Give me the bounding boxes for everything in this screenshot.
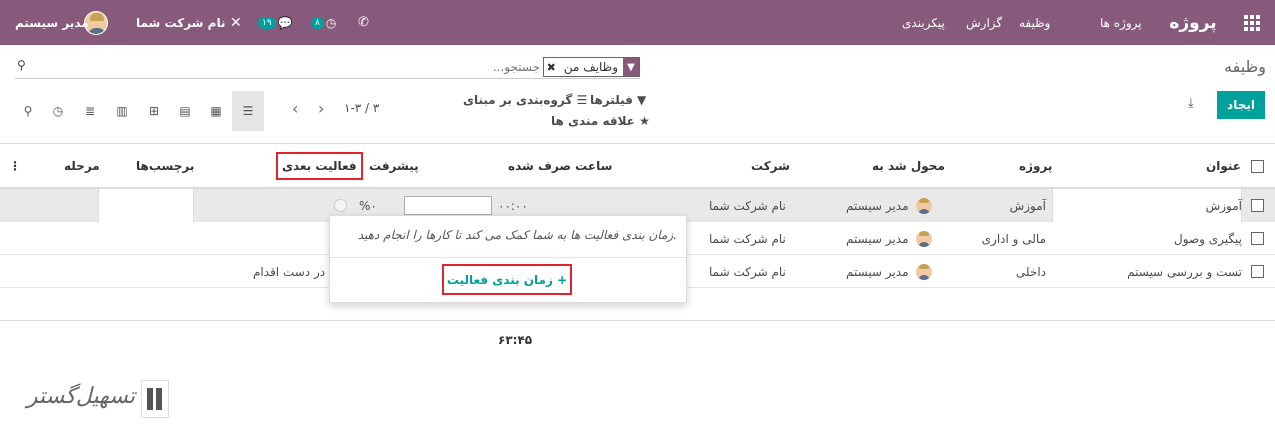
column-options-icon[interactable]: ⋮	[9, 144, 21, 188]
list-icon: ☰	[576, 93, 588, 107]
filter-icon: ▼	[623, 58, 639, 76]
pager-next-icon[interactable]: ‹	[292, 99, 298, 118]
col-next-activity[interactable]: فعالیت بعدی	[276, 144, 363, 188]
watermark-icon	[141, 380, 169, 418]
col-project[interactable]: پروژه	[1019, 144, 1052, 188]
col-company[interactable]: شرکت	[751, 144, 790, 188]
download-icon[interactable]: ⤓	[1188, 96, 1194, 111]
activities-menu[interactable]: ۸ ◷	[311, 0, 336, 45]
apps-menu-icon[interactable]	[1244, 0, 1264, 45]
search-input[interactable]	[315, 57, 540, 77]
activity-popover: زمان بندی فعالیت ها به شما کمک می کند تا…	[329, 215, 687, 303]
col-hours[interactable]: ساعت صرف شده	[508, 144, 612, 188]
map-view-icon[interactable]: ⚲	[12, 91, 44, 131]
chat-icon: 💬	[277, 15, 293, 30]
pager-value[interactable]: ۱-۳ / ۳	[344, 101, 379, 115]
facet-remove-icon[interactable]: ✖	[544, 61, 559, 74]
row-assigned-name: مدیر سیستم	[846, 264, 909, 279]
user-name[interactable]: مدیر سیستم	[15, 0, 89, 45]
hours-input[interactable]	[404, 196, 492, 215]
row-checkbox[interactable]	[1251, 222, 1264, 255]
editing-tags-cell[interactable]	[98, 189, 194, 222]
user-avatar-small	[916, 197, 933, 214]
list-footer-divider	[0, 320, 1275, 321]
user-avatar-small	[916, 263, 933, 280]
facet-value: وظایف من	[563, 60, 618, 74]
pager-previous-icon[interactable]: ›	[318, 99, 324, 118]
watermark-logo: تسهیل‌گستر	[22, 376, 169, 422]
phone-icon[interactable]: ✆	[358, 0, 369, 45]
filters-label: فیلترها	[590, 93, 633, 107]
row-assigned: مدیر سیستم	[846, 255, 933, 288]
row-company: نام شرکت شما	[709, 231, 786, 246]
row-project: داخلی	[1015, 264, 1046, 279]
activities-badge: ۸	[311, 16, 324, 29]
row-checkbox[interactable]	[1251, 189, 1264, 222]
clock-icon: ◷	[325, 15, 337, 30]
activity-view-icon[interactable]: ◷	[42, 91, 74, 131]
schedule-activity-label: زمان بندی فعالیت	[446, 272, 553, 287]
kanban-view-icon[interactable]: ▦	[200, 91, 232, 131]
col-assigned[interactable]: محول شد به	[872, 144, 945, 188]
watermark-text: تسهیل‌گستر	[26, 384, 135, 409]
search-bar: ⚲ ✖ وظایف من ▼	[15, 55, 640, 79]
page-title: وظیفه	[1224, 57, 1266, 76]
menu-reporting[interactable]: گزارش	[966, 0, 1002, 45]
menu-projects[interactable]: پروژه ها	[1100, 0, 1142, 45]
row-project: مالی و اداری	[981, 231, 1046, 246]
list-header: عنوان پروژه محول شد به شرکت ساعت صرف شده…	[0, 143, 1275, 189]
calendar-view-icon[interactable]: ▤	[169, 91, 201, 131]
search-icon[interactable]: ⚲	[17, 58, 26, 72]
col-title[interactable]: عنوان	[1206, 144, 1241, 188]
star-icon: ★	[639, 114, 650, 128]
pivot-view-icon[interactable]: ⊞	[138, 91, 170, 131]
row-assigned-name: مدیر سیستم	[846, 231, 909, 246]
user-avatar-small	[916, 230, 933, 247]
menu-configuration[interactable]: پیکربندی	[902, 0, 945, 45]
top-navbar: پروژه پروژه ها وظیفه گزارش پیکربندی مدیر…	[0, 0, 1275, 45]
popover-divider	[330, 257, 686, 258]
gantt-view-icon[interactable]: ≣	[74, 91, 106, 131]
total-hours: ۶۳:۴۵	[498, 333, 533, 347]
graph-view-icon[interactable]: ▥	[106, 91, 138, 131]
col-next-activity-label: فعالیت بعدی	[276, 152, 363, 180]
col-stage[interactable]: مرحله	[64, 144, 100, 188]
schedule-activity-button[interactable]: زمان بندی فعالیت +	[442, 264, 572, 295]
debug-tools-icon[interactable]: ✕	[230, 0, 242, 45]
create-button[interactable]: ایجاد	[1217, 91, 1265, 119]
row-title: تست و بررسی سیستم	[1127, 264, 1242, 279]
row-project: آموزش	[1009, 198, 1046, 213]
row-assigned-name: مدیر سیستم	[846, 198, 909, 213]
funnel-icon: ▼	[637, 93, 647, 107]
row-stage: در دست اقدام	[253, 264, 326, 279]
col-tags[interactable]: برچسب‌ها	[136, 144, 194, 188]
app-brand[interactable]: پروژه	[1158, 0, 1228, 45]
popover-text: زمان بندی فعالیت ها به شما کمک می کند تا…	[357, 228, 677, 242]
row-assigned: مدیر سیستم	[846, 189, 933, 222]
groupby-label: گروه‌بندی بر مبنای	[463, 93, 573, 107]
row-company: نام شرکت شما	[709, 264, 786, 279]
messages-badge: ۱۹	[258, 16, 276, 29]
favorites-dropdown[interactable]: علاقه مندی ها ★	[551, 114, 650, 128]
search-facet: ✖ وظایف من ▼	[542, 57, 640, 77]
favorites-label: علاقه مندی ها	[551, 114, 635, 128]
groupby-dropdown[interactable]: گروه‌بندی بر مبنای ☰	[463, 93, 587, 107]
activity-status-icon[interactable]	[334, 199, 347, 212]
row-title: پیگیری وصول	[1174, 231, 1242, 246]
filters-dropdown[interactable]: فیلترها ▼	[590, 93, 646, 107]
messages-menu[interactable]: ۱۹ 💬	[258, 0, 293, 45]
row-assigned: مدیر سیستم	[846, 222, 933, 255]
col-progress[interactable]: پیشرفت	[369, 144, 419, 188]
list-view-icon[interactable]: ☰	[232, 91, 264, 131]
select-all-checkbox[interactable]	[1251, 144, 1264, 188]
row-checkbox[interactable]	[1251, 255, 1264, 288]
row-title: آموزش	[1205, 198, 1242, 213]
company-name[interactable]: نام شرکت شما	[136, 0, 225, 45]
plus-icon: +	[557, 272, 568, 287]
menu-tasks[interactable]: وظیفه	[1019, 0, 1050, 45]
row-company: نام شرکت شما	[709, 198, 786, 213]
